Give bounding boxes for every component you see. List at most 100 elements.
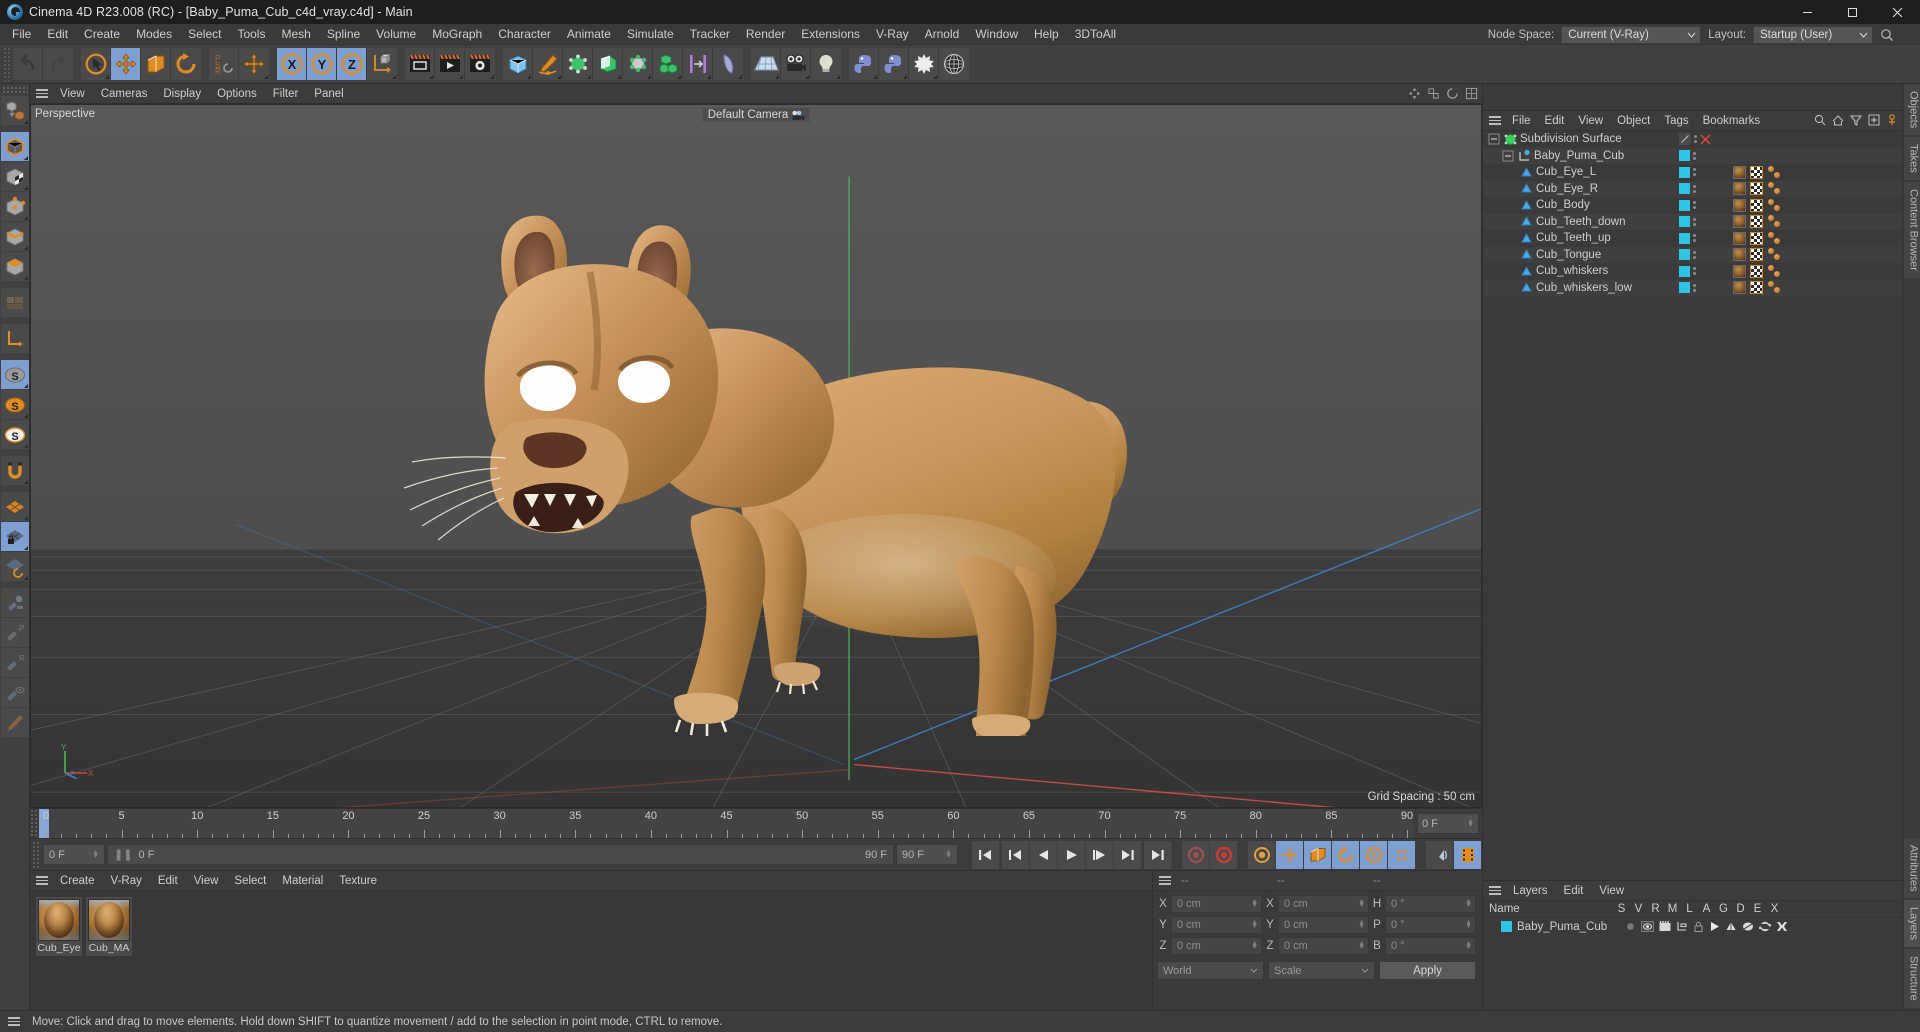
go-to-previous-frame-button[interactable]: [1030, 840, 1058, 869]
close-icon[interactable]: [1875, 0, 1920, 24]
polygons-mode-button[interactable]: [0, 252, 29, 281]
point-level-animation-button[interactable]: [1388, 840, 1416, 869]
python-tag-button[interactable]: [879, 48, 909, 80]
layers-col-v[interactable]: V: [1630, 903, 1647, 915]
render-view-button[interactable]: [405, 48, 435, 80]
visibility-dots-icon[interactable]: [1693, 267, 1696, 276]
menu-file[interactable]: File: [4, 24, 39, 45]
menu-window[interactable]: Window: [967, 24, 1026, 45]
coordinate-system-select[interactable]: World: [1157, 961, 1264, 980]
layers-col-r[interactable]: R: [1647, 903, 1664, 915]
layers-col-d[interactable]: D: [1732, 903, 1749, 915]
points-mode-button[interactable]: [0, 192, 29, 221]
tab-attributes[interactable]: Attributes: [1903, 837, 1920, 899]
keyframe-selection-button[interactable]: [1248, 840, 1276, 869]
coord-size-z-input[interactable]: 0 cm ▲ ▼: [1278, 937, 1369, 955]
home-icon[interactable]: [1832, 114, 1844, 126]
layers-menu-edit[interactable]: Edit: [1556, 881, 1592, 901]
object-menu-view[interactable]: View: [1571, 111, 1610, 131]
spinner-icon[interactable]: ▲ ▼: [945, 849, 952, 860]
generators-button[interactable]: [563, 48, 593, 80]
python-generator-button[interactable]: [849, 48, 879, 80]
add-spline-button[interactable]: [533, 48, 563, 80]
add-icon[interactable]: [1868, 114, 1880, 126]
object-tags[interactable]: [1733, 264, 1781, 278]
material-menu-vray[interactable]: V-Ray: [103, 871, 150, 891]
cyan-tag-icon[interactable]: [1679, 216, 1690, 228]
go-to-start-button[interactable]: [972, 840, 1000, 869]
rotation-key-button[interactable]: [1332, 840, 1360, 869]
coord-rot-h-input[interactable]: 0 ° ▲ ▼: [1385, 895, 1476, 913]
magnet-button[interactable]: [0, 456, 29, 485]
playbar-start-field[interactable]: 0 F ▲ ▼: [43, 844, 105, 865]
object-visibility-dots[interactable]: [1679, 232, 1696, 244]
go-to-next-key-button[interactable]: [1114, 840, 1142, 869]
material-list[interactable]: Cub_Eye Cub_MA: [30, 891, 1152, 1010]
menu-modes[interactable]: Modes: [128, 24, 180, 45]
object-tags[interactable]: [1733, 215, 1781, 229]
hamburger-icon[interactable]: [1485, 886, 1505, 895]
filmstrip-button[interactable]: [1454, 840, 1482, 869]
coord-rot-b-input[interactable]: 0 ° ▲ ▼: [1385, 937, 1476, 955]
layers-menu-view[interactable]: View: [1591, 881, 1632, 901]
object-row-cub-whiskers-low[interactable]: Cub_whiskers_low: [1483, 279, 1902, 296]
menu-render[interactable]: Render: [738, 24, 793, 45]
object-menu-bookmarks[interactable]: Bookmarks: [1696, 111, 1768, 131]
uv-tag-icon[interactable]: [1750, 281, 1763, 295]
left-toolbar-grip[interactable]: [1, 86, 28, 94]
lock-z-button[interactable]: Z: [337, 48, 367, 80]
coordinate-mode-select[interactable]: Scale: [1268, 961, 1375, 980]
workplane-button[interactable]: [0, 492, 29, 521]
material-tag-icon[interactable]: [1733, 215, 1746, 229]
camera-button[interactable]: [781, 48, 811, 80]
spinner-icon[interactable]: ▲ ▼: [92, 849, 99, 860]
visibility-dots-icon[interactable]: [1693, 250, 1696, 259]
spinner-icon[interactable]: ▲ ▼: [1358, 898, 1365, 909]
object-visibility-dots[interactable]: [1679, 166, 1696, 178]
tab-content-browser[interactable]: Content Browser: [1903, 182, 1920, 278]
psr-lock-button[interactable]: P S R: [209, 48, 239, 80]
viewport-menu-display[interactable]: Display: [155, 84, 209, 104]
bend-deformer-button[interactable]: [593, 48, 623, 80]
object-tags[interactable]: [1733, 231, 1781, 245]
solo-icon[interactable]: [1625, 921, 1636, 932]
object-visibility-dots[interactable]: [1679, 183, 1696, 195]
object-menu-file[interactable]: File: [1505, 111, 1538, 131]
layers-col-l[interactable]: L: [1681, 903, 1698, 915]
menu-edit[interactable]: Edit: [39, 24, 76, 45]
animation-icon[interactable]: [1709, 921, 1720, 932]
viewport-menu-filter[interactable]: Filter: [265, 84, 307, 104]
search-icon[interactable]: [1880, 28, 1894, 42]
spinner-icon[interactable]: ▲ ▼: [1251, 940, 1258, 951]
selection-tag-icon[interactable]: [1767, 215, 1781, 228]
object-visibility-dots[interactable]: [1679, 216, 1696, 228]
expressions-icon[interactable]: [1759, 921, 1772, 932]
object-tags[interactable]: [1733, 182, 1781, 196]
make-editable-button[interactable]: [0, 96, 29, 125]
scale-tool-button[interactable]: [141, 48, 171, 80]
autokeying-button[interactable]: [1210, 840, 1238, 869]
redo-button[interactable]: [43, 48, 73, 80]
spinner-icon[interactable]: ▲ ▼: [1251, 919, 1258, 930]
material-menu-select[interactable]: Select: [226, 871, 274, 891]
object-row-cub-teeth-down[interactable]: Cub_Teeth_down: [1483, 213, 1902, 230]
move-tool-button[interactable]: [111, 48, 141, 80]
lock-x-button[interactable]: X: [277, 48, 307, 80]
object-row-baby-puma-cub[interactable]: Baby_Puma_Cub: [1483, 147, 1902, 164]
floor-button[interactable]: [751, 48, 781, 80]
selection-tag-icon[interactable]: [1767, 248, 1781, 261]
visibility-icon[interactable]: [1641, 921, 1655, 932]
uv-button[interactable]: [939, 48, 969, 80]
cyan-tag-icon[interactable]: [1679, 232, 1690, 244]
layers-col-x[interactable]: X: [1766, 903, 1783, 915]
material-tag-icon[interactable]: [1733, 182, 1746, 196]
layers-col-e[interactable]: E: [1749, 903, 1766, 915]
deformers-icon[interactable]: [1742, 921, 1754, 932]
move-dup-button[interactable]: [239, 48, 269, 80]
selection-tag-icon[interactable]: [1767, 231, 1781, 245]
xref-icon[interactable]: [1776, 921, 1788, 932]
layers-col-s[interactable]: S: [1613, 903, 1630, 915]
cyan-tag-icon[interactable]: [1679, 249, 1690, 261]
minimize-icon[interactable]: [1785, 0, 1830, 24]
render-icon[interactable]: [1659, 921, 1671, 932]
